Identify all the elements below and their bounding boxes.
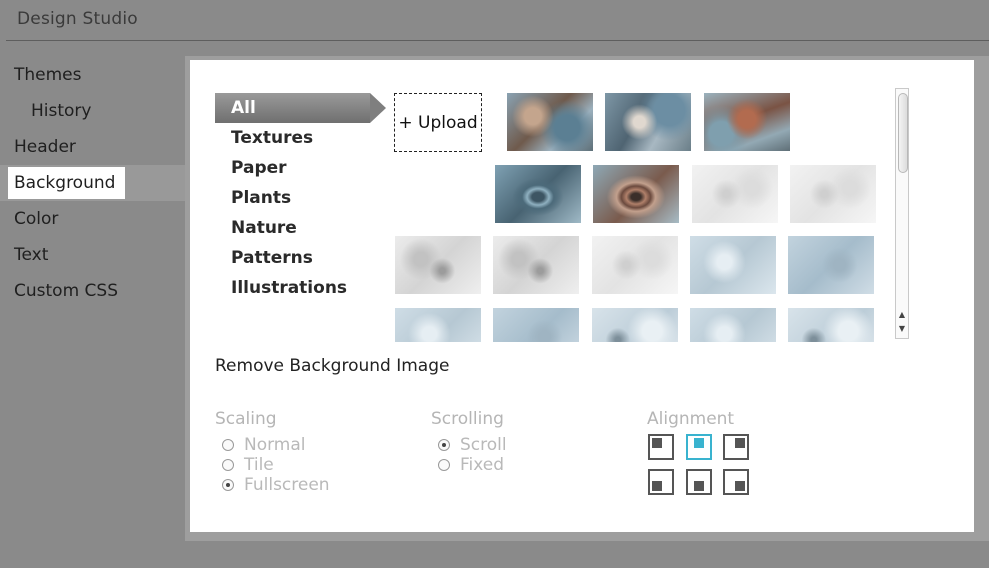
background-thumbnail[interactable] xyxy=(790,165,876,223)
scrolling-option-scroll[interactable]: Scroll xyxy=(438,435,507,455)
radio-label: Tile xyxy=(244,455,274,475)
app-title: Design Studio xyxy=(17,9,138,29)
nav-item-label: Themes xyxy=(14,65,82,85)
nav-item-text[interactable]: Text xyxy=(0,237,185,273)
scrolling-option-fixed[interactable]: Fixed xyxy=(438,455,504,475)
radio-icon xyxy=(438,459,450,471)
scaling-option-tile[interactable]: Tile xyxy=(222,455,274,475)
background-thumbnail[interactable] xyxy=(605,93,691,151)
alignment-top-left[interactable] xyxy=(648,434,674,460)
background-thumbnail[interactable] xyxy=(592,308,678,342)
alignment-bottom-left[interactable] xyxy=(648,469,674,495)
nav-item-label: Color xyxy=(14,209,59,229)
align-dot-icon xyxy=(694,481,704,491)
thumbnail-grid: + Upload xyxy=(190,60,895,342)
nav-item-background[interactable]: Background xyxy=(0,165,185,201)
scroll-up-arrow-icon[interactable]: ▲ xyxy=(896,308,908,322)
scrolling-title: Scrolling xyxy=(431,409,504,429)
nav-item-custom-css[interactable]: Custom CSS xyxy=(0,273,185,309)
scaling-title: Scaling xyxy=(215,409,277,429)
nav-item-label: Background xyxy=(8,167,126,199)
nav-item-color[interactable]: Color xyxy=(0,201,185,237)
background-panel: All Textures Paper Plants Nature Pattern… xyxy=(190,60,974,532)
remove-background-link[interactable]: Remove Background Image xyxy=(215,356,449,376)
background-thumbnail[interactable] xyxy=(493,308,579,342)
background-thumbnail[interactable] xyxy=(395,236,481,294)
background-thumbnail[interactable] xyxy=(788,236,874,294)
align-dot-icon xyxy=(652,438,662,448)
scrollbar-thumb[interactable] xyxy=(898,93,908,173)
thumbnail-scrollbar[interactable]: ▲ ▼ xyxy=(895,88,909,339)
nav-item-label: Custom CSS xyxy=(14,281,118,301)
background-thumbnail[interactable] xyxy=(493,236,579,294)
align-dot-icon xyxy=(652,481,662,491)
background-thumbnail[interactable] xyxy=(592,236,678,294)
align-dot-icon xyxy=(735,438,745,448)
radio-checked-icon xyxy=(222,479,234,491)
alignment-bottom-center[interactable] xyxy=(686,469,712,495)
align-dot-icon xyxy=(735,481,745,491)
background-thumbnail[interactable] xyxy=(395,308,481,342)
background-thumbnail[interactable] xyxy=(507,93,593,151)
scroll-down-arrow-icon[interactable]: ▼ xyxy=(896,322,908,336)
background-thumbnail[interactable] xyxy=(692,165,778,223)
background-thumbnail[interactable] xyxy=(690,308,776,342)
radio-icon xyxy=(222,439,234,451)
radio-label: Scroll xyxy=(460,435,507,455)
nav-item-header[interactable]: Header xyxy=(0,129,185,165)
alignment-bottom-right[interactable] xyxy=(723,469,749,495)
nav-item-label: Header xyxy=(14,137,76,157)
title-divider xyxy=(6,40,989,41)
nav-item-label: History xyxy=(31,101,92,121)
scaling-option-normal[interactable]: Normal xyxy=(222,435,306,455)
radio-icon xyxy=(222,459,234,471)
background-thumbnail[interactable] xyxy=(690,236,776,294)
radio-label: Normal xyxy=(244,435,306,455)
nav-item-history[interactable]: History xyxy=(0,93,185,129)
upload-button[interactable]: + Upload xyxy=(394,93,482,152)
background-thumbnail[interactable] xyxy=(788,308,874,342)
alignment-title: Alignment xyxy=(647,409,735,429)
sidebar-nav: Themes History Header Background Color T… xyxy=(0,57,185,309)
radio-label: Fullscreen xyxy=(244,475,330,495)
radio-label: Fixed xyxy=(460,455,505,475)
radio-checked-icon xyxy=(438,439,450,451)
align-dot-icon xyxy=(694,438,704,448)
background-thumbnail[interactable] xyxy=(593,165,679,223)
background-thumbnail[interactable] xyxy=(704,93,790,151)
alignment-top-right[interactable] xyxy=(723,434,749,460)
nav-item-label: Text xyxy=(14,245,49,265)
scaling-option-fullscreen[interactable]: Fullscreen xyxy=(222,475,330,495)
background-thumbnail[interactable] xyxy=(495,165,581,223)
alignment-top-center[interactable] xyxy=(686,434,712,460)
nav-item-themes[interactable]: Themes xyxy=(0,57,185,93)
